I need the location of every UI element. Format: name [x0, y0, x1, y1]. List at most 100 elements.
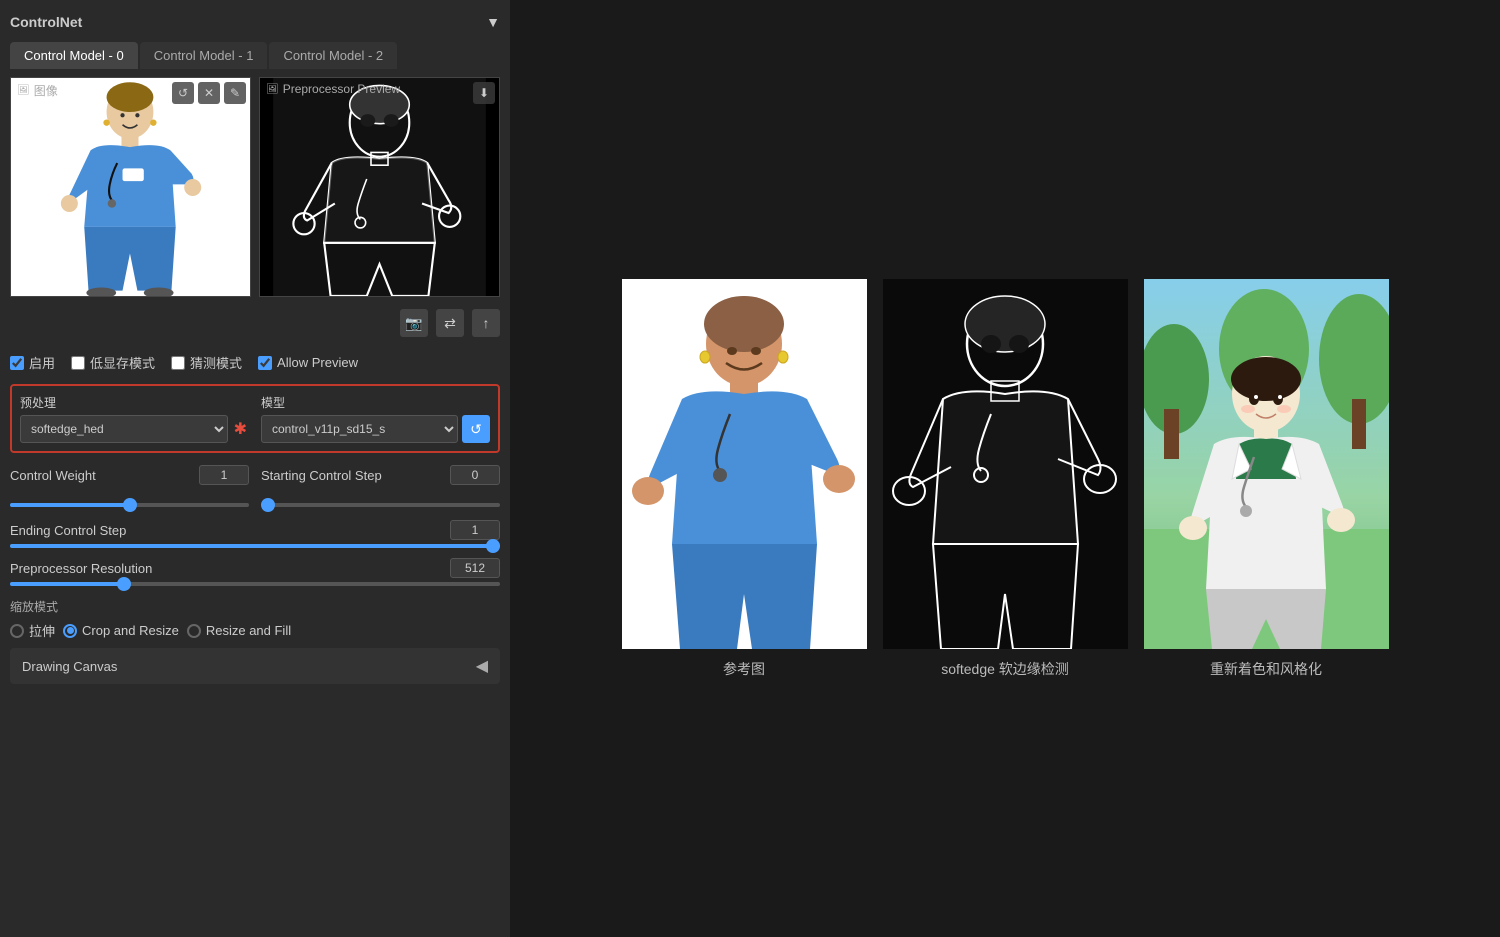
gallery-styled-svg — [1144, 279, 1389, 649]
starting-step-header: Starting Control Step 0 — [261, 465, 500, 485]
model-row: 预处理 softedge_hed ✱ 模型 control_v11p_sd15_… — [20, 394, 490, 443]
ending-step-value: 1 — [450, 520, 500, 540]
allow-preview-checkbox[interactable] — [258, 356, 272, 370]
control-weight-value: 1 — [199, 465, 249, 485]
source-image-controls: ↺ ✕ ✎ — [172, 82, 246, 104]
enable-checkbox[interactable] — [10, 356, 24, 370]
control-weight-range[interactable] — [10, 503, 249, 507]
ending-step-slider-row: Ending Control Step 1 — [10, 520, 500, 548]
gallery-ref-svg — [622, 279, 867, 649]
gallery-caption-0: 参考图 — [723, 659, 765, 679]
preprocessor-col: 预处理 softedge_hed ✱ — [20, 394, 249, 443]
scale-stretch-btn[interactable]: 拉伸 — [10, 621, 55, 640]
low-mem-checkbox[interactable] — [71, 356, 85, 370]
guess-checkbox-item[interactable]: 猜测模式 — [171, 353, 242, 372]
model-select[interactable]: control_v11p_sd15_s — [261, 415, 458, 443]
model-col: 模型 control_v11p_sd15_s ↺ — [261, 394, 490, 443]
gallery-placeholder-0 — [622, 279, 867, 649]
ending-step-label: Ending Control Step — [10, 523, 126, 538]
scale-crop-resize-btn[interactable]: Crop and Resize — [63, 621, 179, 640]
nurse-svg — [11, 78, 250, 296]
gallery-caption-2: 重新着色和风格化 — [1210, 659, 1322, 679]
guess-label: 猜测模式 — [190, 353, 242, 372]
action-row: 📷 ⇄ ↑ — [10, 305, 500, 341]
panel-title: ControlNet — [10, 14, 82, 30]
checkbox-row: 启用 低显存模式 猜测模式 Allow Preview — [10, 349, 500, 376]
enable-checkbox-item[interactable]: 启用 — [10, 353, 55, 372]
allow-preview-label: Allow Preview — [277, 355, 358, 370]
scale-fill-radio — [187, 624, 201, 638]
starting-step-label: Starting Control Step — [261, 468, 382, 483]
tab-bar: Control Model - 0 Control Model - 1 Cont… — [10, 42, 500, 69]
ending-step-range[interactable] — [10, 544, 500, 548]
low-mem-label: 低显存模式 — [90, 353, 155, 372]
allow-preview-checkbox-item[interactable]: Allow Preview — [258, 355, 358, 370]
image-row: 🖼 图像 ↺ ✕ ✎ — [10, 77, 500, 297]
control-weight-header: Control Weight 1 — [10, 465, 249, 485]
up-btn[interactable]: ↑ — [472, 309, 500, 337]
scale-crop-radio — [63, 624, 77, 638]
control-weight-track — [10, 495, 249, 510]
edge-svg — [260, 78, 499, 296]
gallery-item-1: softedge 软边缘检测 — [883, 279, 1128, 679]
model-section: 预处理 softedge_hed ✱ 模型 control_v11p_sd15_… — [10, 384, 500, 453]
guess-checkbox[interactable] — [171, 356, 185, 370]
download-preprocessor-btn[interactable]: ⬇ — [473, 82, 495, 104]
panel-chevron[interactable]: ▼ — [486, 14, 500, 30]
gallery-item-2: 重新着色和风格化 — [1144, 279, 1389, 679]
preprocessor-select[interactable]: softedge_hed — [20, 415, 228, 443]
starting-step-range[interactable] — [261, 503, 500, 507]
panel-header: ControlNet ▼ — [10, 10, 500, 34]
control-weight-slider-row: Control Weight 1 — [10, 465, 249, 485]
starting-step-value: 0 — [450, 465, 500, 485]
preprocessor-select-row: softedge_hed ✱ — [20, 415, 249, 443]
scale-stretch-radio — [10, 624, 24, 638]
gallery-item-0: 参考图 — [622, 279, 867, 679]
drawing-canvas-label: Drawing Canvas — [22, 659, 117, 674]
preprocessor-res-range[interactable] — [10, 582, 500, 586]
drawing-canvas-row[interactable]: Drawing Canvas ◀ — [10, 648, 500, 684]
gallery-caption-1: softedge 软边缘检测 — [941, 659, 1069, 679]
gallery-edge-svg — [883, 279, 1128, 649]
swap-btn[interactable]: ⇄ — [436, 309, 464, 337]
preprocessor-res-header: Preprocessor Resolution 512 — [10, 558, 500, 578]
brush-source-btn[interactable]: ✎ — [224, 82, 246, 104]
refresh-source-btn[interactable]: ↺ — [172, 82, 194, 104]
preprocessor-res-value: 512 — [450, 558, 500, 578]
low-mem-checkbox-item[interactable]: 低显存模式 — [71, 353, 155, 372]
starting-step-slider-row: Starting Control Step 0 — [261, 465, 500, 485]
preprocessor-res-label: Preprocessor Resolution — [10, 561, 152, 576]
model-select-row: control_v11p_sd15_s ↺ — [261, 415, 490, 443]
source-image-label: 🖼 图像 — [17, 82, 58, 99]
scale-resize-fill-btn[interactable]: Resize and Fill — [187, 621, 291, 640]
source-image-container: 🖼 图像 ↺ ✕ ✎ — [10, 77, 251, 297]
camera-btn[interactable]: 📷 — [400, 309, 428, 337]
ending-step-header: Ending Control Step 1 — [10, 520, 500, 540]
scale-mode-label: 缩放模式 — [10, 598, 500, 615]
close-source-btn[interactable]: ✕ — [198, 82, 220, 104]
image-gallery: 参考图 — [622, 279, 1389, 679]
tab-control-model-2[interactable]: Control Model - 2 — [269, 42, 397, 69]
gallery-placeholder-1 — [883, 279, 1128, 649]
preprocessor-label: 🖼 Preprocessor Preview — [266, 82, 400, 96]
preprocessor-section-label: 预处理 — [20, 394, 249, 411]
star-btn[interactable]: ✱ — [232, 419, 249, 439]
preprocessor-preview-container: 🖼 Preprocessor Preview ⬇ — [259, 77, 500, 297]
scale-crop-inner — [67, 627, 74, 634]
model-section-label: 模型 — [261, 394, 490, 411]
gallery-placeholder-2 — [1144, 279, 1389, 649]
scale-buttons: 拉伸 Crop and Resize Resize and Fill — [10, 621, 500, 640]
model-refresh-btn[interactable]: ↺ — [462, 415, 490, 443]
enable-label: 启用 — [29, 353, 55, 372]
tab-control-model-0[interactable]: Control Model - 0 — [10, 42, 138, 69]
right-panel: 参考图 — [510, 0, 1500, 937]
tab-control-model-1[interactable]: Control Model - 1 — [140, 42, 268, 69]
starting-step-track — [261, 495, 500, 510]
two-sliders-row: Control Weight 1 Starting Control Step 0 — [10, 465, 500, 485]
sliders-section: Control Weight 1 Starting Control Step 0 — [10, 461, 500, 590]
drawing-canvas-chevron: ◀ — [476, 656, 488, 676]
preprocessor-controls: ⬇ — [473, 82, 495, 104]
left-panel: ControlNet ▼ Control Model - 0 Control M… — [0, 0, 510, 937]
scale-section: 缩放模式 拉伸 Crop and Resize Resize and Fill — [10, 598, 500, 640]
preprocessor-res-slider-row: Preprocessor Resolution 512 — [10, 558, 500, 586]
